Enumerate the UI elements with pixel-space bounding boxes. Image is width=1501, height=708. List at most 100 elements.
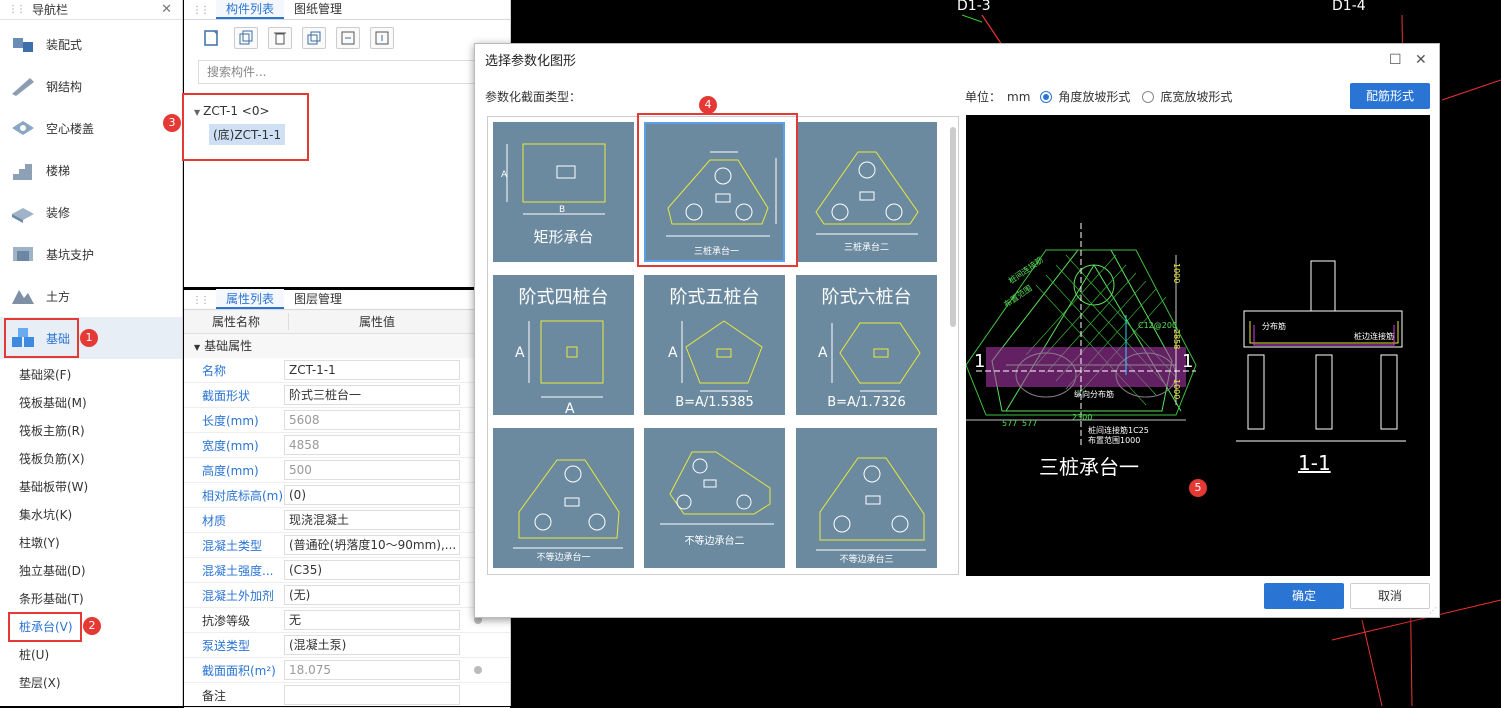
sub-item-sump[interactable]: 集水坑(K) (0, 501, 182, 529)
property-value[interactable]: (普通砼(坍落度10～90mm),... (284, 535, 460, 555)
property-row: 截面面积(m²) 18.075 (184, 658, 510, 683)
resize-grip-icon[interactable]: ⋰ (1429, 606, 1437, 615)
property-value[interactable]: (C35) (284, 560, 460, 580)
search-input[interactable]: 搜索构件... (198, 60, 500, 84)
shape-tile-rect[interactable]: A B 矩形承台 (493, 122, 634, 262)
drag-handle-icon[interactable]: ⋮⋮ (192, 5, 210, 16)
property-value[interactable]: 现浇混凝土 (284, 510, 460, 530)
svg-text:B: B (559, 205, 565, 215)
highlight-box (182, 93, 309, 161)
nav-item-hollow-floor[interactable]: 空心楼盖 (0, 107, 182, 149)
annotation: C12@200 (1138, 321, 1178, 330)
steel-icon (8, 73, 38, 99)
shape-tile-step-five[interactable]: 阶式五桩台 A B=A/1.5385 (644, 275, 785, 415)
export-icon[interactable] (370, 27, 394, 49)
dim-label: 1000 (1172, 379, 1181, 400)
property-value[interactable] (284, 685, 460, 705)
sub-item-foundation-beam[interactable]: 基础梁(F) (0, 361, 182, 389)
shape-tile-unequal-2[interactable]: 不等边承台二 (644, 428, 785, 568)
shape-tile-label: 不等边承台二 (684, 536, 745, 547)
step-badge: 4 (699, 96, 717, 114)
sub-item-column-pier[interactable]: 柱墩(Y) (0, 529, 182, 557)
shape-tile-unequal-3[interactable]: 不等边承台三 (796, 428, 937, 568)
sub-item-pile[interactable]: 桩(U) (0, 641, 182, 669)
tab-component-list[interactable]: 构件列表 (216, 0, 285, 19)
tab-drawing-management[interactable]: 图纸管理 (284, 0, 352, 19)
component-tabs: ⋮⋮ 构件列表 图纸管理 (184, 0, 510, 20)
sub-item-raft-neg-rebar[interactable]: 筏板负筋(X) (0, 445, 182, 473)
radio-width-slope[interactable] (1142, 90, 1155, 103)
annotation: 分布筋 (1262, 322, 1286, 331)
copy-icon[interactable] (234, 27, 258, 49)
import-icon[interactable] (336, 27, 360, 49)
nav-item-label: 钢结构 (46, 79, 83, 94)
property-name: 截面形状 (202, 388, 251, 403)
shape-tile-step-six[interactable]: 阶式六桩台 A B=A/1.7326 (796, 275, 937, 415)
decoration-icon (8, 199, 38, 225)
property-name: 混凝土外加剂 (202, 588, 275, 603)
drag-handle-icon[interactable]: ⋮⋮ (192, 295, 210, 306)
sub-item-raft[interactable]: 筏板基础(M) (0, 389, 182, 417)
shape-preview: 1 1 三桩承台一 1-1 577 577 2300 1000 2858 100… (966, 115, 1430, 576)
property-value[interactable]: 无 (284, 610, 460, 630)
highlight-box (8, 612, 82, 642)
nav-title: 导航栏 (32, 3, 69, 17)
property-value[interactable]: 18.075 (284, 660, 460, 680)
maximize-icon[interactable]: ☐ (1389, 52, 1402, 68)
dim-label: 2300 (1072, 413, 1093, 422)
property-value[interactable]: (0) (284, 485, 460, 505)
nav-item-prefab[interactable]: 装配式 (0, 23, 182, 65)
dim-label: 1000 (1172, 263, 1181, 284)
close-icon[interactable]: ✕ (161, 2, 172, 17)
close-icon[interactable]: ✕ (1415, 52, 1427, 68)
shape-tile-label: 三桩承台二 (843, 243, 889, 253)
nav-item-earthwork[interactable]: 土方 (0, 275, 182, 317)
axis-label: D1-3 (957, 0, 991, 14)
rebar-form-button[interactable]: 配筋形式 (1350, 83, 1430, 109)
property-name: 材质 (202, 513, 227, 528)
tab-property-list[interactable]: 属性列表 (216, 289, 285, 309)
property-value[interactable]: ZCT-1-1 (284, 360, 460, 380)
step-badge: 1 (80, 329, 98, 347)
stairs-icon (8, 157, 38, 183)
property-name: 宽度(mm) (202, 438, 259, 453)
shape-tile-label: 不等边承台三 (839, 555, 894, 565)
highlight-box (637, 113, 798, 267)
nav-item-label: 楼梯 (46, 163, 71, 178)
nav-item-stairs[interactable]: 楼梯 (0, 149, 182, 191)
nav-item-decoration[interactable]: 装修 (0, 191, 182, 233)
property-value[interactable]: (无) (284, 585, 460, 605)
sub-item-strip-footing[interactable]: 条形基础(T) (0, 585, 182, 613)
drag-handle-icon[interactable]: ⋮⋮ (8, 4, 26, 15)
nav-item-pit-support[interactable]: 基坑支护 (0, 233, 182, 275)
axis-label: D1-4 (1332, 0, 1366, 14)
unit-label: 单位： (965, 90, 1002, 104)
tab-layer-management[interactable]: 图层管理 (284, 289, 352, 309)
sub-item-raft-main-rebar[interactable]: 筏板主筋(R) (0, 417, 182, 445)
shape-tile-unequal-1[interactable]: 不等边承台一 (493, 428, 634, 568)
shape-tile-three-pile-2[interactable]: 三桩承台二 (796, 122, 937, 262)
property-value[interactable]: 阶式三桩台一 (284, 385, 460, 405)
property-value[interactable]: 500 (284, 460, 460, 480)
property-value[interactable]: 5608 (284, 410, 460, 430)
new-component-icon[interactable] (200, 27, 224, 49)
property-group[interactable]: ▼ 基础属性 (184, 334, 510, 358)
property-row: 抗渗等级 无 (184, 608, 510, 633)
sub-item-cushion[interactable]: 垫层(X) (0, 669, 182, 697)
nav-item-steel[interactable]: 钢结构 (0, 65, 182, 107)
annotation: 桩边连接筋 (1354, 332, 1394, 341)
ok-button[interactable]: 确定 (1264, 583, 1344, 609)
property-value[interactable]: (混凝土泵) (284, 635, 460, 655)
scrollbar[interactable] (950, 127, 956, 327)
sub-item-isolated-footing[interactable]: 独立基础(D) (0, 557, 182, 585)
shape-tile-step-four[interactable]: 阶式四桩台 AA (493, 275, 634, 415)
delete-icon[interactable] (268, 27, 292, 49)
dim-label: 577 (1002, 419, 1018, 428)
lock-icon[interactable] (474, 666, 482, 674)
cancel-button[interactable]: 取消 (1350, 583, 1430, 609)
layer-copy-icon[interactable] (302, 27, 326, 49)
property-value[interactable]: 4858 (284, 435, 460, 455)
dialog-title: 选择参数化图形 (485, 54, 577, 69)
sub-item-slab-band[interactable]: 基础板带(W) (0, 473, 182, 501)
radio-angle-slope[interactable] (1040, 90, 1053, 103)
